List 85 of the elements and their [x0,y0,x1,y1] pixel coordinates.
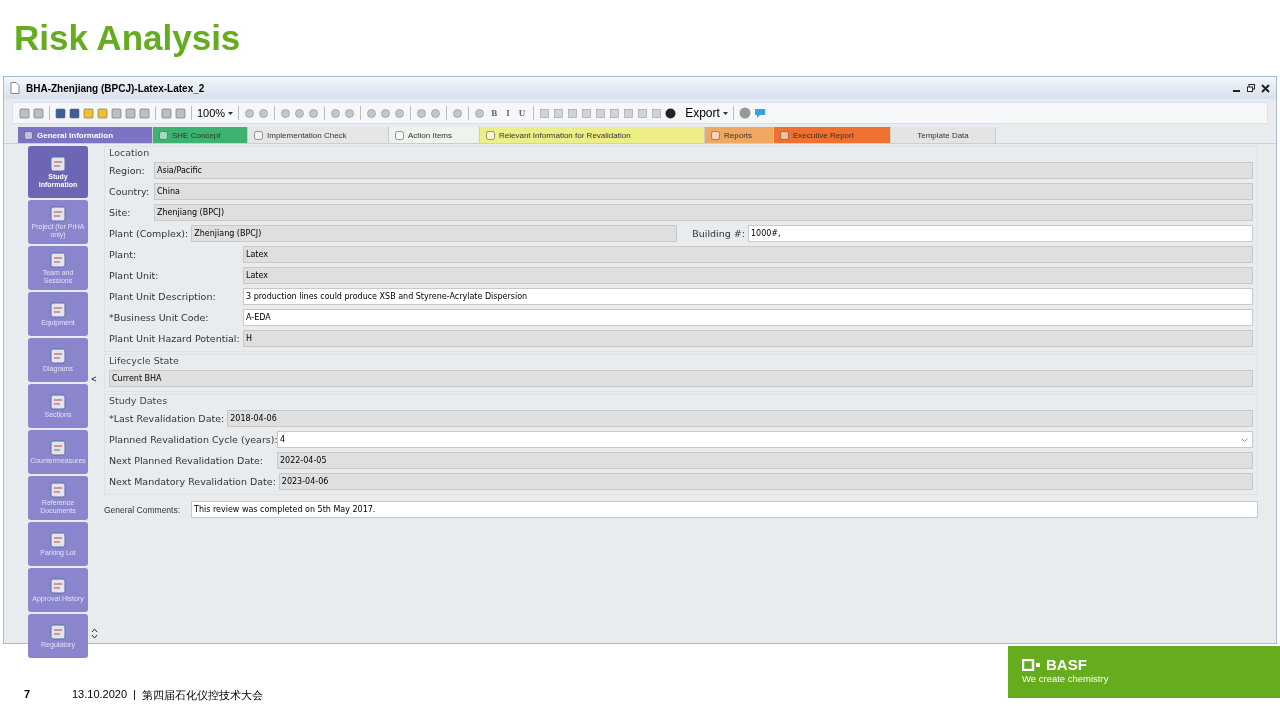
field-label: Region: [109,165,146,176]
footer-date: 13.10.2020 [72,688,128,700]
module-icon [49,205,67,222]
input-field[interactable]: 2018-04-06 [227,410,1253,427]
logo-text: BASF [1046,656,1087,673]
module-icon [49,347,67,364]
document-icon [10,82,20,94]
input-field[interactable]: China [154,183,1253,200]
field-label: Next Planned Revalidation Date: [109,455,264,466]
module-icon [49,251,67,268]
tab-icon [395,130,404,140]
input-field[interactable]: H [243,330,1253,347]
field-label: Site: [109,207,132,218]
input-field[interactable]: A-EDA [243,309,1253,326]
module-icon [49,439,67,456]
field-label: Plant (Complex): [109,228,189,239]
format-icon[interactable]: I [503,108,513,118]
tab-icon [254,130,263,140]
module-icon [49,577,67,594]
collapse-button[interactable]: < [91,374,97,384]
tab-icon [24,130,33,140]
chevron-icon [1241,437,1248,442]
tab[interactable]: Implementation Check [248,127,389,143]
module-icon [49,623,67,640]
module-icon [49,155,67,172]
caret-icon[interactable] [228,111,234,115]
close-icon[interactable] [1261,83,1270,93]
window-title: BHA-Zhenjiang (BPCJ)-Latex-Latex_2 [26,82,205,94]
zoom-dropdown[interactable]: 100% [197,107,226,119]
module-icon [49,301,67,318]
input-field[interactable]: 2023-04-06 [278,473,1253,490]
export-button[interactable]: Export [685,106,720,120]
tab-icon [711,130,720,140]
tab[interactable]: Reports [705,127,774,143]
footer-event: 第四届石化仪控技术大会 [141,688,263,703]
input-field[interactable]: Latex [243,267,1253,284]
field-label: *Last Revalidation Date: [109,413,225,424]
scroll-down-icon[interactable] [90,634,98,639]
input-field[interactable]: Current BHA [109,370,1253,387]
format-icon[interactable]: U [515,108,529,118]
field-label: General Comments: [104,504,182,515]
caret-icon[interactable] [722,111,728,115]
field-label: Building #: [692,228,745,239]
tab[interactable]: SHE Concept [153,127,248,143]
footer-separator: | [133,688,136,700]
input-field[interactable]: 2022-04-05 [277,452,1253,469]
section-title: Location [109,147,151,158]
comments-field[interactable]: This review was completed on 5th May 2017. [191,501,1258,518]
field-label: Plant: [109,249,138,260]
module-icon [49,393,67,410]
section-title: Lifecycle State [109,355,180,366]
tab[interactable]: Template Data [891,127,996,143]
format-icon[interactable]: B [488,108,501,118]
field-label: Country: [109,186,151,197]
input-field[interactable]: 1000#, [747,225,1253,242]
tab[interactable]: General Information [18,127,153,143]
field-label: Plant Unit Description: [109,291,217,302]
scroll-up-icon[interactable] [90,628,98,633]
input-field[interactable]: Latex [243,246,1253,263]
input-field[interactable]: 3 production lines could produce XSB and Styrene-Acrylate Dispersion [243,288,1253,305]
toolbar-icon[interactable] [69,107,80,119]
dropdown-field[interactable]: 4 [277,431,1253,448]
input-field[interactable]: Zhenjiang (BPCJ) [191,225,678,242]
tab-icon [159,130,168,140]
slide-title: Risk Analysis [13,17,242,56]
field-label: *Business Unit Code: [109,312,210,323]
field-label: Plant Unit Hazard Potential: [109,333,240,344]
tab[interactable]: Action Items [389,127,480,143]
input-field[interactable]: Asia/Pacific [154,162,1253,179]
input-field[interactable]: Zhenjiang (BPCJ) [154,204,1253,221]
chat-icon[interactable] [753,107,766,119]
tab-icon [486,130,495,140]
toolbar-icon[interactable] [665,107,677,119]
logo-tagline: We create chemistry [1022,673,1110,684]
tab[interactable]: Relevant Information for Revalidation [480,127,705,143]
field-label: Next Mandatory Revalidation Date: [109,476,276,487]
tab[interactable]: Executive Report [774,127,891,143]
restore-icon[interactable] [1247,84,1255,92]
field-label: Plant Unit: [109,270,160,281]
module-icon [49,481,67,498]
page-number: 7 [24,688,32,700]
module-icon [49,531,67,548]
toolbar-icon[interactable] [55,107,66,119]
tab-icon [780,130,789,140]
section-title: Study Dates [109,395,169,406]
